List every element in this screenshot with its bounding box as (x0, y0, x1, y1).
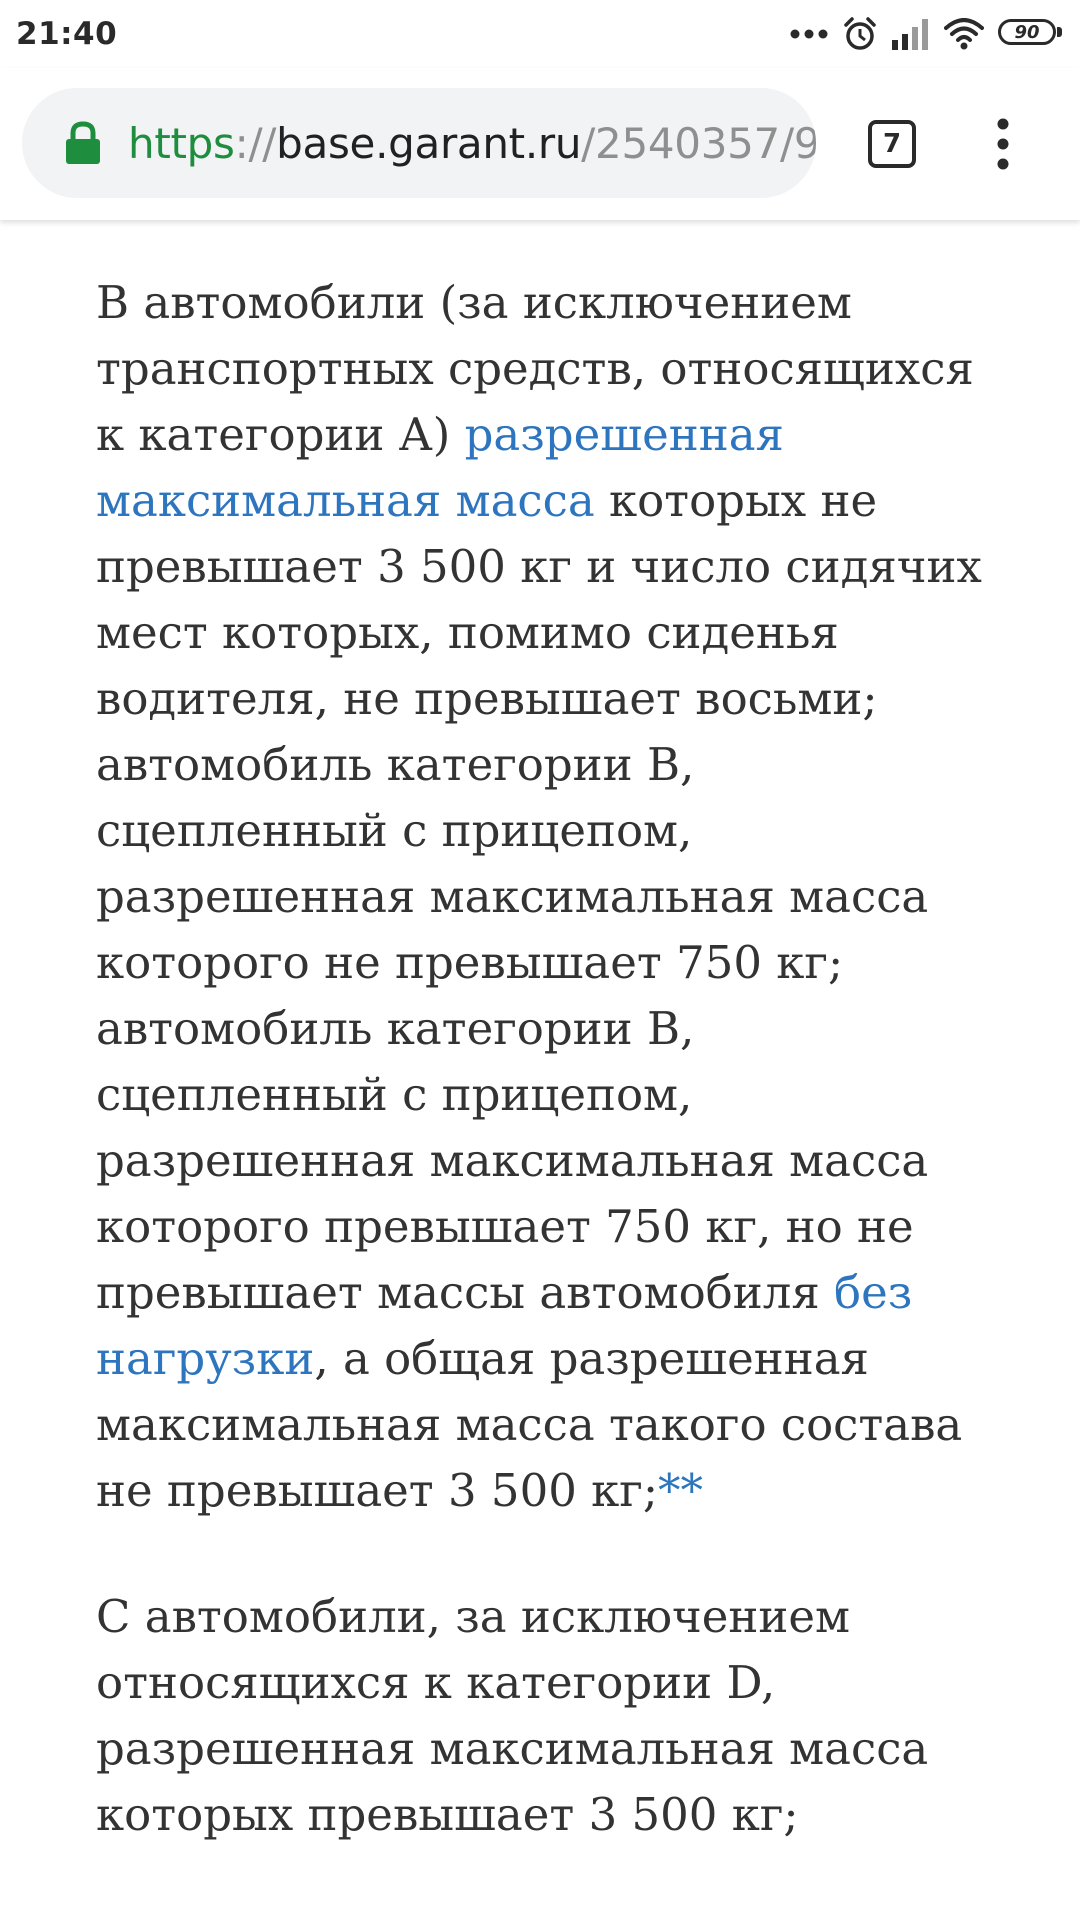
overflow-menu-icon[interactable] (988, 116, 1018, 172)
status-time: 21:40 (16, 16, 118, 52)
footnote-link[interactable]: ** (658, 1464, 703, 1517)
tab-switcher-button[interactable]: 7 (868, 120, 916, 168)
tab-count: 7 (882, 129, 902, 159)
paragraph-text: С автомобили, за исключением относящихся… (96, 1590, 929, 1841)
paragraph-category-c: С автомобили, за исключением относящихся… (96, 1584, 996, 1848)
paragraph-category-b: В автомобили (за исключением транспортны… (96, 270, 996, 1524)
alarm-icon (844, 17, 876, 50)
url-separator: :// (234, 118, 277, 168)
url-scheme: https (128, 118, 235, 168)
url-host: base.garant.ru (276, 118, 582, 168)
battery-tip (1057, 27, 1062, 37)
browser-toolbar: https://base.garant.ru/2540357/9 7 (0, 68, 1080, 220)
paragraph-text: которых не превышает 3 500 кг и число си… (96, 474, 982, 1319)
more-dots-icon (790, 29, 828, 39)
signal-icon (892, 19, 928, 50)
wifi-icon (944, 18, 984, 50)
address-bar[interactable]: https://base.garant.ru/2540357/9 (22, 88, 816, 198)
article-content: В автомобили (за исключением транспортны… (96, 270, 996, 1908)
url-path: /2540357/9 (581, 118, 816, 168)
lock-icon (66, 121, 100, 164)
battery-icon: 90 (998, 19, 1064, 49)
status-icons: 90 (790, 16, 1064, 52)
battery-level: 90 (998, 19, 1056, 45)
url-text[interactable]: https://base.garant.ru/2540357/9 (128, 119, 816, 168)
status-bar: 21:40 90 (0, 0, 1080, 68)
